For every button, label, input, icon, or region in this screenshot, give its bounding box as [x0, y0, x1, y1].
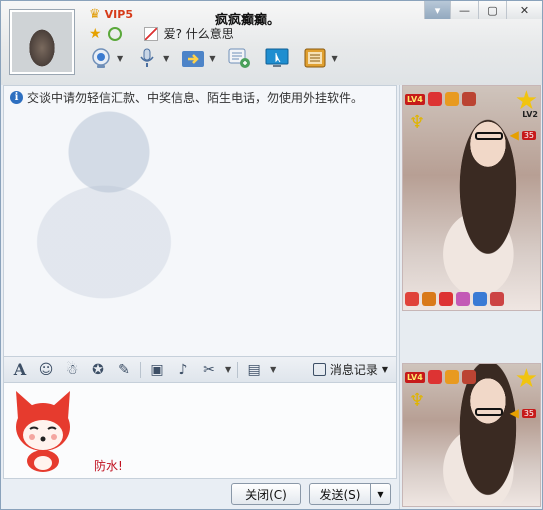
send-options-button[interactable]: ▼	[371, 483, 391, 505]
font-icon[interactable]: A	[10, 360, 30, 380]
vip-emoji-icon[interactable]: ☃	[62, 360, 82, 380]
glasses-detail	[475, 408, 503, 416]
voice-button[interactable]: ▼	[133, 45, 169, 71]
message-history-label: 消息记录	[329, 363, 378, 377]
main-toolbar: ▼ ▼ ▼ ▼	[87, 45, 346, 71]
app-box-icon	[301, 45, 329, 71]
contact-show-panel: LV4 ★ LV2 ♆ ◀ 35 LV4 ★ ♆ ◀ 35	[399, 85, 542, 509]
window-menu-button[interactable]: ▾	[424, 1, 450, 19]
signature-icon	[143, 26, 158, 41]
avatar-show-card[interactable]: LV4 ★ ♆ ◀ 35	[402, 363, 541, 507]
info-icon: i	[10, 91, 23, 104]
group-chat-button[interactable]	[225, 45, 253, 71]
volume-count: 35	[521, 408, 536, 418]
volume-count: 35	[521, 130, 536, 140]
security-notice: i 交谈中请勿轻信汇款、中奖信息、陌生电话，勿使用外挂软件。	[10, 89, 363, 106]
chevron-down-icon[interactable]: ▼	[270, 365, 276, 374]
toolbox-icon[interactable]: ▤	[244, 360, 264, 380]
action-bar: 关闭(C) 发送(S) ▼	[3, 479, 397, 509]
toolbar-divider	[237, 361, 239, 378]
vip-badge[interactable]: VIP5	[105, 8, 133, 21]
magic-emoji-icon[interactable]: ✪	[88, 360, 108, 380]
minimize-button[interactable]: —	[450, 1, 478, 19]
signature-text: 爱? 什么意思	[163, 27, 234, 41]
webcam-icon	[87, 45, 115, 71]
star-icon[interactable]: ★	[89, 26, 102, 42]
message-input[interactable]: 防水!	[3, 383, 397, 479]
level-badge: LV4	[405, 93, 425, 105]
maximize-button[interactable]: ▢	[478, 1, 506, 19]
send-button[interactable]: 发送(S)	[309, 483, 371, 505]
gift-icon	[473, 292, 487, 306]
toolbar-divider	[140, 361, 141, 378]
close-button[interactable]: 关闭(C)	[231, 483, 301, 505]
fish-icon: ♆	[409, 112, 426, 133]
image-icon[interactable]: ▣	[147, 360, 167, 380]
send-button-group: 发送(S) ▼	[309, 483, 391, 505]
gift-icon	[444, 92, 459, 106]
remote-assist-button[interactable]	[263, 45, 291, 71]
webcam-button[interactable]: ▼	[87, 45, 123, 71]
volume-badge: ◀ 35	[510, 128, 536, 142]
doodle-icon[interactable]: ✎	[114, 360, 134, 380]
gift-icon	[427, 370, 442, 384]
gift-icon	[422, 292, 436, 306]
fox-sticker-icon	[16, 391, 70, 472]
format-toolbar: A ☺ ☃ ✪ ✎ ▣ ♪ ✂ ▼ ▤ ▼ 消息记录 ▼	[3, 357, 397, 383]
music-icon[interactable]: ♪	[173, 360, 193, 380]
gift-icon	[439, 292, 453, 306]
emoji-icon[interactable]: ☺	[36, 360, 56, 380]
group-chat-icon	[225, 45, 253, 71]
close-window-button[interactable]: ✕	[506, 1, 542, 19]
chevron-down-icon[interactable]: ▼	[117, 54, 123, 63]
chevron-down-icon[interactable]: ▼	[225, 365, 231, 374]
speaker-icon: ◀	[509, 406, 519, 420]
chat-window: ♛ VIP5 疯疯癫癫。 ★ 爱? 什么意思 ▼ ▼ ▼ ▼ ▾ — ▢ ✕ i…	[0, 0, 543, 510]
glasses-detail	[475, 132, 503, 140]
history-icon	[312, 363, 326, 376]
sticker-caption: 防水!	[94, 459, 123, 473]
window-controls: ▾ — ▢ ✕	[424, 1, 542, 19]
level-badge: LV4	[405, 371, 425, 383]
online-status-icon[interactable]	[107, 26, 122, 41]
chat-history[interactable]: i 交谈中请勿轻信汇款、中奖信息、陌生电话，勿使用外挂软件。	[3, 85, 397, 357]
chat-header: ♛ VIP5 疯疯癫癫。 ★ 爱? 什么意思 ▼ ▼ ▼ ▼ ▾ — ▢ ✕	[1, 1, 542, 85]
avatar-show-card[interactable]: LV4 ★ LV2 ♆ ◀ 35	[402, 85, 541, 311]
fish-icon: ♆	[409, 390, 426, 411]
contact-avatar[interactable]	[9, 9, 75, 75]
status-row: ★ 爱? 什么意思	[89, 25, 234, 42]
remote-desktop-icon	[263, 45, 291, 71]
chevron-down-icon[interactable]: ▼	[331, 54, 337, 63]
chevron-down-icon[interactable]: ▼	[163, 54, 169, 63]
file-transfer-button[interactable]: ▼	[179, 45, 215, 71]
gift-icon	[405, 292, 419, 306]
message-history-button[interactable]: 消息记录 ▼	[312, 361, 388, 378]
avatar-image	[12, 12, 72, 72]
volume-badge: ◀ 35	[510, 406, 536, 420]
show-badges-bottom	[405, 290, 538, 308]
file-transfer-icon	[179, 45, 207, 71]
speaker-icon: ◀	[509, 128, 519, 142]
app-box-button[interactable]: ▼	[301, 45, 338, 71]
gift-icon	[461, 92, 476, 106]
chevron-down-icon[interactable]: ▼	[209, 54, 215, 63]
star-level-label: LV2	[522, 110, 538, 119]
gift-icon	[427, 92, 442, 106]
screenshot-icon[interactable]: ✂	[199, 360, 219, 380]
gift-icon	[444, 370, 459, 384]
gift-icon	[461, 370, 476, 384]
security-notice-text: 交谈中请勿轻信汇款、中奖信息、陌生电话，勿使用外挂软件。	[27, 91, 364, 105]
chevron-down-icon: ▼	[381, 365, 388, 374]
microphone-icon	[133, 45, 161, 71]
penguin-icon: ♛	[89, 7, 101, 22]
gift-icon	[456, 292, 470, 306]
level-star-icon: ★	[514, 364, 538, 394]
background-watermark	[4, 92, 244, 312]
gift-icon	[490, 292, 504, 306]
vip-row: ♛ VIP5	[89, 7, 133, 22]
